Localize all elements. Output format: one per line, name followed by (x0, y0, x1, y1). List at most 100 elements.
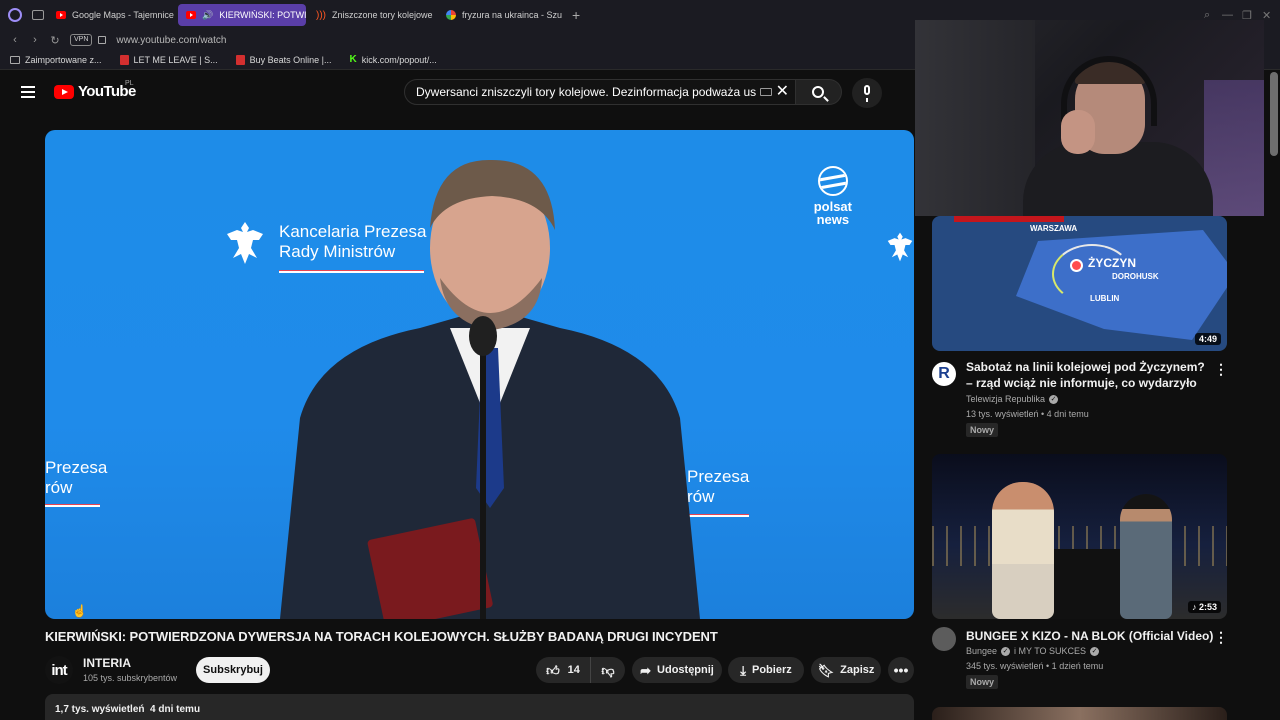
views-date: 1,7 tys. wyświetleń 4 dni temu (55, 704, 201, 715)
more-horizontal-icon: ••• (893, 662, 909, 678)
save-button[interactable]: 🔖︎ Zapisz (811, 657, 881, 683)
new-tab-icon[interactable]: + (572, 7, 580, 23)
polsat-news-logo: polsat news (814, 166, 852, 226)
video-title: KIERWIŃSKI: POTWIERDZONA DYWERSJA NA TOR… (45, 629, 718, 644)
subscriber-count: 105 tys. subskrybentów (83, 673, 178, 683)
map-banner (954, 216, 1064, 222)
sidebar-channel[interactable]: Bungee ✓ i MY TO SUKCES ✓ (966, 646, 1100, 656)
map-pin-icon (1072, 261, 1081, 270)
artist-figure-2 (1120, 494, 1172, 619)
youtube-play-icon (54, 84, 74, 99)
voice-search-button[interactable] (852, 78, 882, 108)
youtube-header: YouTube PL Dywersanci zniszczyli tory ko… (0, 71, 915, 115)
channel-avatar[interactable]: R (932, 362, 956, 386)
download-button[interactable]: ⤓ Pobierz (728, 657, 804, 683)
wall-text-left-2: rów (45, 478, 73, 497)
tab-kierwinski[interactable]: 🔊 KIERWIŃSKI: POTWIE (178, 4, 306, 26)
sidebar-channel-name: Telewizja Republika (966, 394, 1046, 404)
lock-icon[interactable] (98, 36, 107, 44)
webcam-hand (1061, 110, 1095, 154)
duration-text: 2:53 (1198, 602, 1217, 612)
country-code: PL (125, 80, 134, 87)
back-icon[interactable]: ‹ (10, 34, 20, 46)
youtube-favicon-icon (56, 11, 66, 19)
tab-label: fryzura na ukrainca - Szu (462, 10, 563, 20)
keyboard-icon[interactable] (760, 88, 772, 96)
google-favicon-icon (446, 10, 456, 20)
url-field[interactable]: www.youtube.com/watch (116, 35, 226, 46)
webcam-light (1204, 80, 1264, 216)
sidebar-video-meta: 345 tys. wyświetleń • 1 dzień temu (966, 661, 1104, 671)
search-button[interactable] (796, 79, 842, 105)
thumbs-down-icon: 👎︎ (601, 662, 615, 678)
like-count: 14 (567, 664, 580, 676)
radio-favicon-icon: ))) (316, 9, 326, 21)
description-box[interactable]: 1,7 tys. wyświetleń 4 dni temu (45, 694, 914, 720)
sidebar-video-meta: 13 tys. wyświetleń • 4 dni temu (966, 409, 1089, 419)
folder-icon (10, 55, 20, 64)
search-icon (812, 86, 824, 98)
artist-figure-1 (992, 482, 1054, 619)
sidebar-thumbnail-2[interactable]: ♪ 2:53 (932, 454, 1227, 619)
youtube-logo[interactable]: YouTube (54, 83, 136, 100)
sidebar-thumbnail-1[interactable]: WARSZAWA ŻYCZYN DOROHUSK LUBLIN 4:49 (932, 216, 1227, 351)
save-label: Zapisz (840, 664, 875, 676)
wall-stripe (45, 504, 100, 507)
new-badge: Nowy (966, 423, 999, 437)
map-label-zyczyn: ŻYCZYN (1088, 256, 1136, 270)
map-label-lublin: LUBLIN (1090, 294, 1120, 303)
red-bookmark-icon (119, 54, 129, 65)
opera-menu-icon[interactable] (8, 8, 22, 22)
bookmark-imported[interactable]: Zaimportowane z... (10, 55, 102, 65)
reload-icon[interactable]: ↻ (50, 34, 60, 47)
channel-name[interactable]: INTERIA (83, 656, 131, 670)
more-vertical-icon[interactable]: ⋮ (1214, 361, 1228, 378)
vpn-badge[interactable]: VPN (70, 34, 93, 46)
share-arrow-icon: ➦ (640, 662, 652, 678)
dislike-button[interactable]: 👎︎ (591, 657, 625, 683)
tabbar-left-controls (0, 8, 48, 22)
share-label: Udostępnij (657, 664, 714, 676)
tab-overview-icon[interactable] (32, 10, 44, 20)
bookmark-let-me-leave[interactable]: LET ME LEAVE | S... (119, 54, 218, 65)
verified-check-icon: ✓ (1090, 646, 1100, 656)
tab-fryzura[interactable]: fryzura na ukrainca - Szu (438, 4, 566, 26)
clear-search-icon[interactable]: ✕ (776, 84, 789, 100)
sidebar-channel[interactable]: Telewizja Republika ✓ (966, 394, 1059, 404)
tab-zniszczone-tory[interactable]: ))) Zniszczone tory kolejowe (308, 4, 436, 26)
hamburger-menu-icon[interactable] (21, 86, 35, 98)
bookmark-label: LET ME LEAVE | S... (133, 54, 218, 65)
verified-check-icon: ✓ (1001, 646, 1011, 656)
share-button[interactable]: ➦ Udostępnij (632, 657, 722, 683)
search-box[interactable]: Dywersanci zniszczyli tory kolejowe. Dez… (404, 79, 796, 105)
like-button[interactable]: 👍︎ 14 (536, 657, 591, 683)
webcam-wall (915, 20, 1035, 216)
sidebar-video-title[interactable]: Sabotaż na linii kolejowej pod Życzynem?… (966, 359, 1210, 391)
wall-text-left-1: Prezesa (45, 458, 108, 477)
search-input[interactable]: Dywersanci zniszczyli tory kolejowe. Dez… (416, 85, 756, 99)
video-duration: ♪ 2:53 (1187, 601, 1221, 613)
bookmark-label: kick.com/popout/... (361, 54, 437, 65)
sidebar-thumbnail-3[interactable] (932, 707, 1227, 720)
tab-google-maps[interactable]: Google Maps - Tajemnice (48, 4, 176, 26)
video-player[interactable]: Kancelaria Prezesa Rady Ministrów Prezes… (45, 130, 914, 619)
audio-playing-icon[interactable]: 🔊 (202, 10, 213, 21)
channel-avatar[interactable] (932, 627, 956, 651)
sidebar-channel-name: Bungee (966, 646, 998, 656)
more-actions-button[interactable]: ••• (888, 657, 914, 683)
bookmark-buy-beats[interactable]: Buy Beats Online |... (235, 54, 331, 65)
thumbs-up-icon: 👍︎ (546, 662, 560, 678)
page-scrollbar[interactable] (1270, 72, 1278, 156)
channel-avatar[interactable]: int (45, 656, 73, 684)
broadcaster-line-2: news (816, 212, 850, 227)
new-badge: Nowy (966, 675, 999, 689)
bookmark-kick[interactable]: K kick.com/popout/... (349, 54, 436, 65)
subscribe-button[interactable]: Subskrybuj (196, 657, 270, 683)
map-label-dorohusk: DOROHUSK (1112, 272, 1159, 281)
more-vertical-icon[interactable]: ⋮ (1214, 629, 1228, 646)
sidebar-video-title[interactable]: BUNGEE X KIZO - NA BLOK (Official Video) (966, 628, 1213, 644)
forward-icon[interactable]: › (30, 34, 40, 46)
video-duration: 4:49 (1194, 333, 1221, 345)
youtube-favicon-icon (186, 11, 196, 19)
download-label: Pobierz (752, 664, 792, 676)
